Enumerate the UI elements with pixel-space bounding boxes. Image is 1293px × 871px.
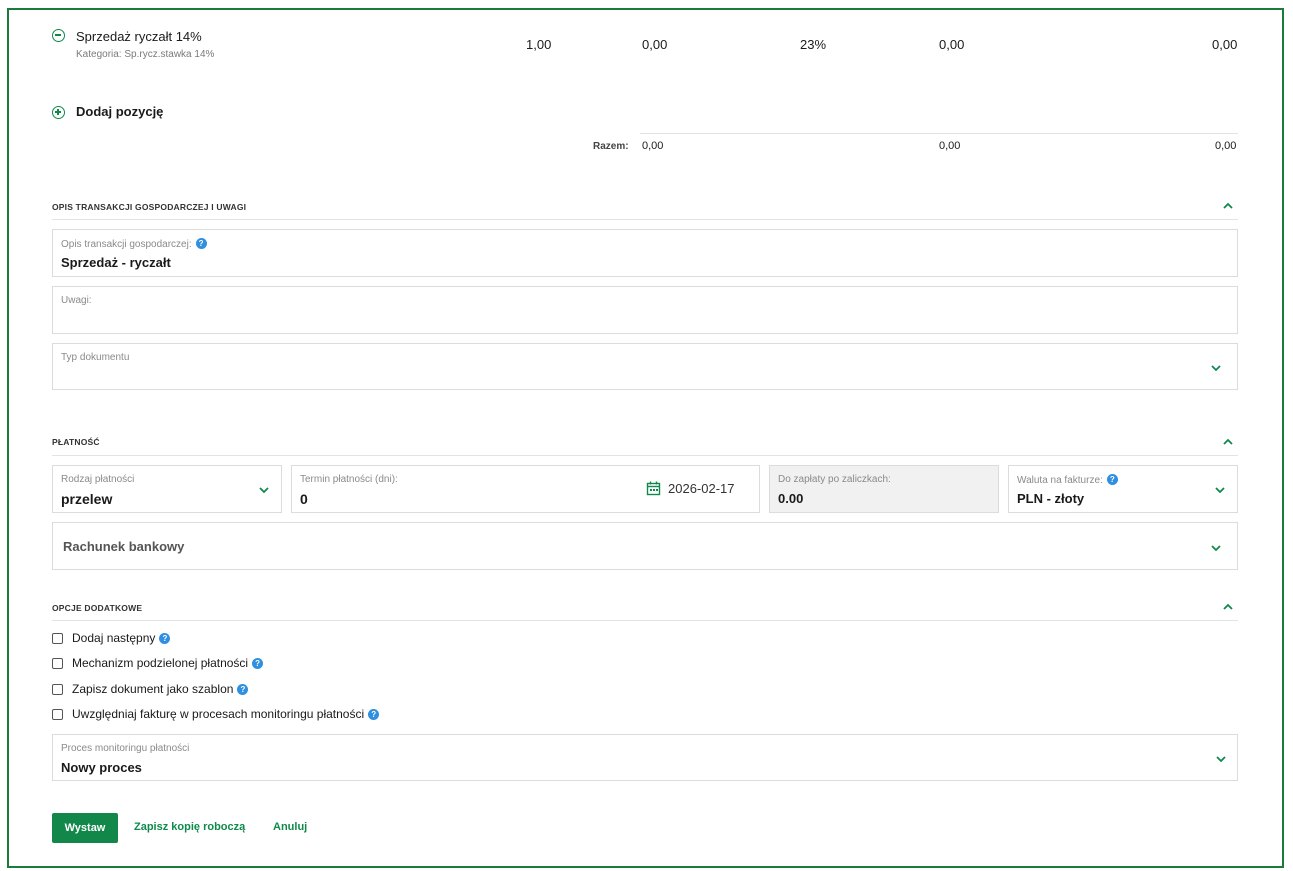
item-net-price: 0,00 [642, 37, 668, 52]
help-icon[interactable]: ? [195, 238, 207, 249]
item-vat-rate: 23% [800, 37, 827, 52]
chevron-down-icon [1211, 545, 1221, 552]
item-gross: 0,00 [1212, 37, 1238, 52]
calendar-icon[interactable] [646, 481, 661, 496]
document-type-select[interactable]: Typ dokumentu [52, 343, 1238, 390]
collapse-options-icon[interactable] [1222, 601, 1234, 613]
section-description-divider [52, 219, 1238, 220]
amount-to-pay-value: 0.00 [778, 491, 804, 506]
section-options-divider [52, 620, 1238, 621]
collapse-description-icon[interactable] [1222, 200, 1234, 212]
amount-to-pay-label: Do zapłaty po zaliczkach: [778, 474, 891, 485]
transaction-description-field[interactable]: Opis transakcji gospodarczej:? Sprzedaż … [52, 229, 1238, 277]
monitoring-process-value: Nowy proces [61, 760, 142, 775]
remove-item-icon[interactable] [52, 29, 65, 42]
currency-select[interactable]: Waluta na fakturze:? PLN - złoty [1008, 465, 1238, 513]
help-icon[interactable]: ? [252, 658, 264, 669]
item-vat-amount: 0,00 [939, 37, 965, 52]
monitoring-process-select[interactable]: Proces monitoringu płatności Nowy proces [52, 734, 1238, 781]
help-icon[interactable]: ? [237, 684, 249, 695]
payment-method-select[interactable]: Rodzaj płatności przelew [52, 465, 282, 513]
checkbox-monitoring[interactable] [52, 709, 63, 720]
currency-value: PLN - złoty [1017, 491, 1085, 506]
payment-term-field[interactable]: Termin płatności (dni): 0 2026-02-17 [291, 465, 760, 513]
totals-gross: 0,00 [1215, 140, 1237, 152]
due-date[interactable]: 2026-02-17 [668, 481, 735, 496]
remarks-field[interactable]: Uwagi: [52, 286, 1238, 334]
chevron-down-icon [1216, 756, 1226, 763]
chevron-down-icon [1215, 487, 1225, 494]
section-payment-title: PŁATNOŚĆ [52, 437, 100, 447]
collapse-payment-icon[interactable] [1222, 436, 1234, 448]
section-payment-divider [52, 455, 1238, 456]
payment-method-label: Rodzaj płatności [61, 474, 135, 485]
monitoring-process-label: Proces monitoringu płatności [61, 743, 190, 754]
cancel-link[interactable]: Anuluj [273, 821, 307, 833]
help-icon[interactable]: ? [368, 709, 380, 720]
document-type-label: Typ dokumentu [61, 352, 130, 363]
checkbox-save-template-label: Zapisz dokument jako szablon? [72, 682, 249, 696]
save-draft-link[interactable]: Zapisz kopię roboczą [134, 821, 245, 833]
add-position-link[interactable]: Dodaj pozycję [76, 104, 163, 119]
transaction-description-label: Opis transakcji gospodarczej:? [61, 238, 207, 250]
checkbox-add-next[interactable] [52, 633, 63, 644]
item-name: Sprzedaż ryczałt 14% [76, 29, 202, 44]
totals-label: Razem: [593, 141, 629, 152]
add-position-icon[interactable] [52, 106, 65, 119]
issue-button[interactable]: Wystaw [52, 813, 118, 843]
item-category: Kategoria: Sp.rycz.stawka 14% [76, 49, 215, 60]
help-icon[interactable]: ? [1106, 474, 1118, 485]
payment-term-label: Termin płatności (dni): [300, 474, 398, 485]
totals-net: 0,00 [642, 140, 664, 152]
chevron-down-icon [1211, 365, 1221, 372]
chevron-down-icon [259, 487, 269, 494]
checkbox-split-payment[interactable] [52, 658, 63, 669]
remarks-label: Uwagi: [61, 295, 92, 306]
section-description-title: OPIS TRANSAKCJI GOSPODARCZEJ I UWAGI [52, 202, 247, 212]
payment-method-value: przelew [61, 491, 113, 507]
checkbox-split-payment-label: Mechanizm podzielonej płatności? [72, 656, 264, 670]
payment-term-value: 0 [300, 491, 308, 507]
checkbox-monitoring-label: Uwzględniaj fakturę w procesach monitori… [72, 707, 380, 721]
help-icon[interactable]: ? [159, 633, 171, 644]
item-quantity: 1,00 [526, 37, 552, 52]
bank-account-select[interactable]: Rachunek bankowy [52, 522, 1238, 570]
checkbox-save-template[interactable] [52, 684, 63, 695]
transaction-description-value: Sprzedaż - ryczałt [61, 255, 171, 270]
checkbox-add-next-label: Dodaj następny? [72, 631, 171, 645]
totals-vat: 0,00 [939, 140, 961, 152]
currency-label: Waluta na fakturze:? [1017, 474, 1118, 486]
amount-to-pay-field: Do zapłaty po zaliczkach: 0.00 [769, 465, 999, 513]
section-options-title: OPCJE DODATKOWE [52, 603, 143, 613]
totals-divider [640, 133, 1238, 134]
bank-account-label: Rachunek bankowy [63, 539, 185, 554]
